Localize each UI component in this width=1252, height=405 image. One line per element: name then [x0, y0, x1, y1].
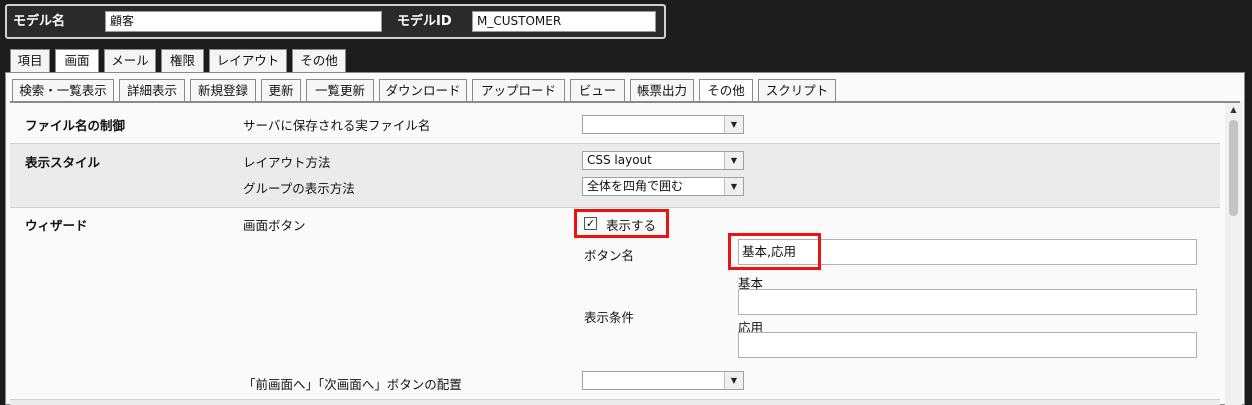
button-name-highlight [728, 233, 821, 270]
nav-button-select[interactable]: ▼ [582, 371, 744, 390]
row-label: グループの表示方法 [243, 181, 355, 196]
vertical-scrollbar[interactable]: ▲ [1225, 103, 1242, 405]
scroll-up-icon[interactable]: ▲ [1225, 103, 1242, 116]
tab-permissions[interactable]: 権限 [161, 49, 204, 72]
show-checkbox[interactable]: ✓ [584, 217, 597, 230]
filename-select[interactable]: ▼ [582, 115, 744, 134]
subtab-report[interactable]: 帳票出力 [630, 79, 694, 102]
subtab-upload[interactable]: アップロード [472, 79, 565, 102]
model-id-field[interactable]: M_CUSTOMER [472, 11, 656, 32]
tab-items[interactable]: 項目 [10, 49, 50, 72]
row-label: サーバに保存される実ファイル名 [243, 118, 431, 133]
chevron-down-icon: ▼ [724, 372, 743, 389]
tab-mail[interactable]: メール [104, 49, 156, 72]
tab-other[interactable]: その他 [292, 49, 346, 72]
row-label: 「前画面へ」「次画面へ」ボタンの配置 [243, 377, 462, 392]
section-title: ファイル名の制御 [25, 118, 126, 133]
subtab-bulk-update[interactable]: 一覧更新 [306, 79, 374, 102]
model-id-label: モデルID [397, 14, 452, 29]
next-section [10, 400, 1220, 405]
settings-content: ファイル名の制御 サーバに保存される実ファイル名 ▼ 表示スタイル レイアウト方… [10, 103, 1220, 405]
row-label: レイアウト方法 [243, 155, 331, 170]
chevron-down-icon: ▼ [724, 152, 743, 169]
row-label: 画面ボタン [243, 218, 306, 233]
section-display-style: 表示スタイル レイアウト方法 CSS layout ▼ グループの表示方法 全体… [10, 144, 1220, 208]
chevron-down-icon: ▼ [724, 178, 743, 195]
subtab-new[interactable]: 新規登録 [190, 79, 256, 102]
cond-applied-input[interactable] [738, 332, 1197, 358]
button-name-label: ボタン名 [584, 248, 635, 263]
section-file-name: ファイル名の制御 サーバに保存される実ファイル名 ▼ [10, 103, 1220, 144]
subtab-update[interactable]: 更新 [261, 79, 301, 102]
chevron-down-icon: ▼ [724, 116, 743, 133]
model-name-field[interactable]: 顧客 [105, 11, 382, 32]
subtab-view[interactable]: ビュー [570, 79, 625, 102]
cond-basic-input[interactable] [738, 289, 1197, 315]
section-title: ウィザード [25, 218, 88, 233]
subtab-search-list[interactable]: 検索・一覧表示 [12, 79, 114, 102]
model-name-label: モデル名 [13, 14, 66, 29]
section-title: 表示スタイル [25, 155, 101, 170]
tab-layout[interactable]: レイアウト [209, 49, 287, 72]
subtab-script[interactable]: スクリプト [758, 79, 836, 102]
subtab-download[interactable]: ダウンロード [379, 79, 467, 102]
subtab-other[interactable]: その他 [699, 79, 753, 102]
group-display-select[interactable]: 全体を四角で囲む ▼ [582, 177, 744, 196]
layout-select[interactable]: CSS layout ▼ [582, 151, 744, 170]
show-checkbox-label: 表示する [606, 218, 657, 233]
tab-screen[interactable]: 画面 [55, 49, 99, 72]
model-info-bar: モデル名 顧客 モデルID M_CUSTOMER [5, 4, 666, 39]
section-wizard: ウィザード 画面ボタン ✓ 表示する ボタン名 基本,応用 基本 表示条件 応用… [10, 208, 1220, 400]
condition-label: 表示条件 [584, 310, 635, 325]
subtab-detail[interactable]: 詳細表示 [119, 79, 185, 102]
scrollbar-thumb[interactable] [1229, 120, 1238, 216]
